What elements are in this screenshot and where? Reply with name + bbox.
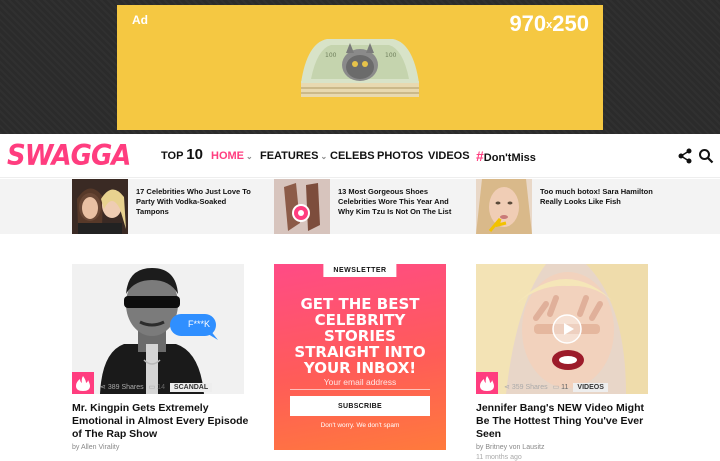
fire-icon	[480, 376, 494, 391]
comment-count: 11	[561, 384, 569, 391]
article-title[interactable]: Jennifer Bang's NEW Video Might Be The H…	[476, 402, 656, 441]
article-meta: ⋖ 389 Shares ▭ 14 SCANDAL	[100, 383, 213, 392]
newsletter-headline: GET THE BEST CELEBRITY STORIES STRAIGHT …	[294, 295, 426, 377]
ad-size: 970x250	[509, 11, 589, 36]
search-icon[interactable]	[698, 148, 714, 164]
article-image[interactable]: ⋖ 359 Shares ▭ 11 VIDEOS	[476, 264, 648, 394]
trending-thumbnail	[274, 179, 330, 234]
article-image[interactable]: F***K ⋖ 389 Shares ▭ 14 SCANDAL	[72, 264, 244, 394]
ad-banner[interactable]: Ad 970x250 100 100	[117, 5, 603, 130]
site-logo[interactable]: SWAGGA	[7, 140, 131, 173]
trending-strip: 17 Celebrities Who Just Love To Party Wi…	[0, 179, 720, 234]
nav-top10[interactable]: TOP 10	[161, 146, 203, 163]
nav-features[interactable]: FEATURES ⌄	[260, 150, 327, 162]
share-count: 389 Shares	[107, 384, 144, 391]
svg-text:100: 100	[385, 52, 397, 59]
article-card[interactable]: F***K ⋖ 389 Shares ▭ 14 SCANDAL Mr. King…	[72, 264, 248, 451]
share-count: 359 Shares	[511, 384, 548, 391]
email-field[interactable]	[290, 374, 430, 390]
trending-thumbnail	[476, 179, 532, 234]
newsletter-label: NEWSLETTER	[323, 264, 397, 277]
chevron-down-icon: ⌄	[246, 152, 253, 161]
category-tag[interactable]: VIDEOS	[573, 383, 608, 392]
article-photo	[72, 264, 244, 394]
hot-badge	[72, 372, 94, 394]
newsletter-box: NEWSLETTER GET THE BEST CELEBRITY STORIE…	[274, 264, 446, 450]
newsletter-note: Don't worry. We don't spam	[320, 422, 400, 429]
play-icon[interactable]	[552, 314, 582, 344]
trending-title: Too much botox! Sara Hamilton Really Loo…	[540, 187, 653, 206]
chevron-down-icon: ⌄	[320, 152, 328, 161]
comment-icon: ▭	[552, 384, 560, 391]
money-stack-image: 100 100	[301, 39, 419, 97]
nav-home[interactable]: HOME ⌄	[211, 150, 253, 162]
category-tag[interactable]: SCANDAL	[169, 383, 213, 392]
fire-icon	[76, 376, 90, 391]
ad-label: Ad	[132, 13, 148, 27]
hot-badge	[476, 372, 498, 394]
comment-icon: ▭	[148, 384, 156, 391]
share-icon: ⋖	[504, 384, 510, 391]
article-meta: ⋖ 359 Shares ▭ 11 VIDEOS	[504, 383, 608, 392]
trending-title: 17 Celebrities Who Just Love To Party Wi…	[136, 187, 251, 216]
trending-title: 13 Most Gorgeous Shoes Celebrities Wore …	[338, 187, 452, 216]
main-navbar: SWAGGA TOP 10 HOME ⌄ FEATURES ⌄ CELEBS PHO…	[0, 134, 720, 178]
svg-text:100: 100	[325, 52, 337, 59]
nav-dontmiss[interactable]: #Don'tMiss	[476, 148, 536, 164]
article-time: 11 months ago	[476, 454, 522, 461]
article-title[interactable]: Mr. Kingpin Gets Extremely Emotional in …	[72, 402, 252, 441]
ad-area: Ad 970x250 100 100	[0, 0, 720, 134]
comment-count: 14	[157, 384, 165, 391]
trending-thumbnail	[72, 179, 128, 234]
share-icon[interactable]	[677, 148, 693, 164]
nav-photos[interactable]: PHOTOS	[377, 150, 423, 162]
nav-celebs[interactable]: CELEBS	[330, 150, 375, 162]
chat-bubble-text: F***K	[187, 319, 210, 329]
share-icon: ⋖	[100, 384, 106, 391]
article-card[interactable]: ⋖ 359 Shares ▭ 11 VIDEOS Jennifer Bang's…	[476, 264, 648, 461]
nav-videos[interactable]: VIDEOS	[428, 150, 470, 162]
subscribe-button[interactable]: SUBSCRIBE	[290, 396, 430, 416]
